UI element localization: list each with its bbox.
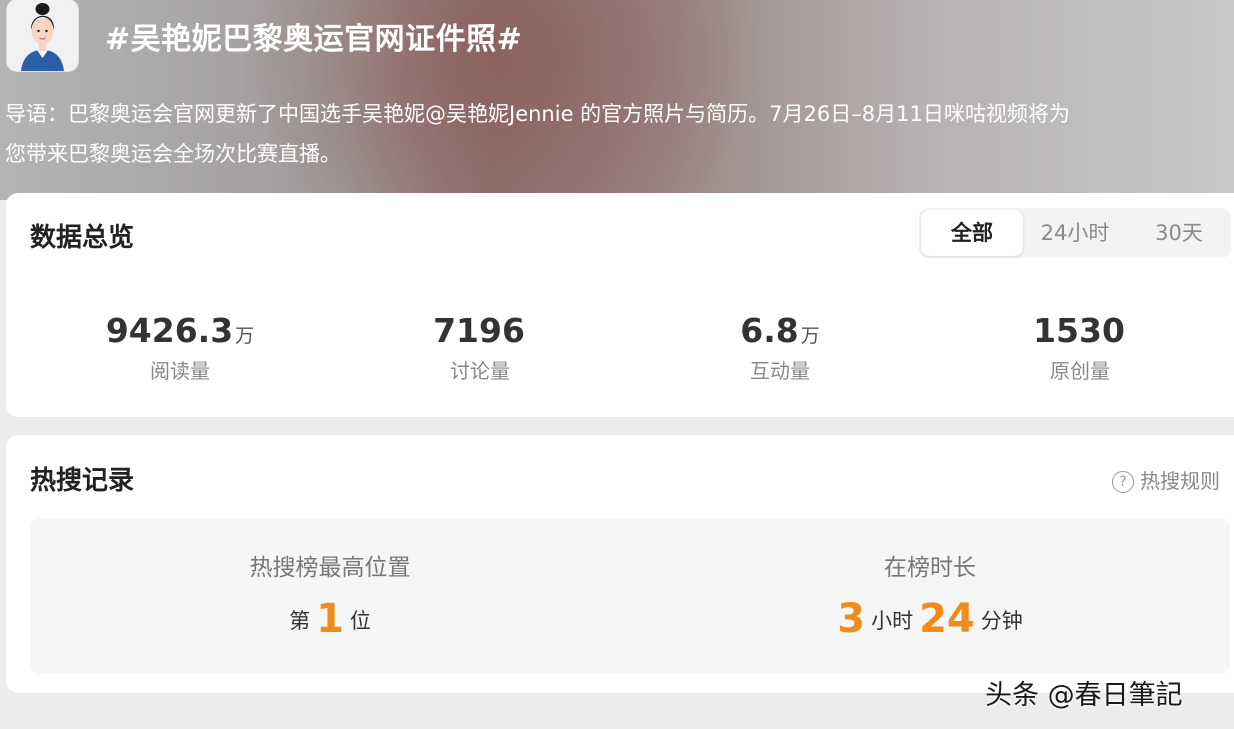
stat-originals: 1530 原创量 [930,311,1230,386]
highest-position-label: 热搜榜最高位置 [249,555,411,581]
watermark: 头条 @春日筆記 [985,680,1183,711]
topic-title: #吴艳妮巴黎奥运官网证件照# [105,22,523,57]
stat-label: 互动量 [750,359,810,383]
intro-line-1: 导语：巴黎奥运会官网更新了中国选手吴艳妮@吴艳妮Jennie 的官方照片与简历。… [5,102,1070,126]
intro-line-2: 您带来巴黎奥运会全场次比赛直播。 [5,142,341,166]
duration-hours: 3 [837,596,866,642]
stat-discussions: 7196 讨论量 [330,311,630,386]
tab-30-days[interactable]: 30天 [1129,208,1229,258]
position-prefix: 第 [289,609,311,633]
duration-hours-unit: 小时 [871,609,914,633]
stat-number: 7196 [433,311,525,350]
stat-value: 9426.3 万 [30,311,330,356]
portrait-icon [7,0,78,71]
position-suffix: 位 [349,609,371,633]
stat-interactions: 6.8 万 互动量 [630,311,930,386]
hot-search-card: 热搜记录 ? 热搜规则 热搜榜最高位置 第1位 在榜时长 3 小时 24 分钟 [6,435,1234,693]
stat-value: 1530 [930,311,1230,356]
duration-minutes-unit: 分钟 [980,609,1023,633]
highest-position: 热搜榜最高位置 第1位 [180,552,480,642]
stat-number: 9426.3 [105,311,234,350]
avatar[interactable] [7,0,78,71]
stat-number: 6.8 [740,311,799,350]
position-number: 1 [316,596,344,642]
overview-heading: 数据总览 [30,223,135,253]
highest-position-value: 第1位 [180,596,480,642]
help-icon: ? [1112,471,1134,493]
hot-search-heading: 热搜记录 [30,466,135,496]
stat-label: 原创量 [1050,359,1110,383]
topic-header-banner: #吴艳妮巴黎奥运官网证件照# 导语：巴黎奥运会官网更新了中国选手吴艳妮@吴艳妮J… [0,0,1234,200]
stat-value: 6.8 万 [630,311,930,356]
rules-label: 热搜规则 [1140,469,1220,493]
stat-unit: 万 [235,325,255,347]
tab-24-hours[interactable]: 24小时 [1025,208,1125,258]
duration-minutes: 24 [919,596,975,642]
ranking-duration: 在榜时长 3 小时 24 分钟 [780,552,1080,642]
ranking-duration-value: 3 小时 24 分钟 [780,596,1080,642]
tab-all[interactable]: 全部 [921,210,1023,256]
topic-intro: 导语：巴黎奥运会官网更新了中国选手吴艳妮@吴艳妮Jennie 的官方照片与简历。… [5,94,1234,174]
ranking-duration-label: 在榜时长 [884,555,976,581]
hot-search-stats-panel: 热搜榜最高位置 第1位 在榜时长 3 小时 24 分钟 [30,518,1230,674]
hot-search-rules-link[interactable]: ? 热搜规则 [1112,465,1220,494]
stat-label: 讨论量 [450,359,510,383]
time-range-tabs: 全部 24小时 30天 [919,208,1231,258]
stat-label: 阅读量 [150,359,210,383]
stat-unit: 万 [800,325,820,347]
stat-number: 1530 [1033,311,1125,350]
data-overview-card: 数据总览 全部 24小时 30天 9426.3 万 阅读量 7196 讨论量 6.… [6,193,1234,417]
stat-reads: 9426.3 万 阅读量 [30,311,330,386]
stat-value: 7196 [330,311,630,356]
